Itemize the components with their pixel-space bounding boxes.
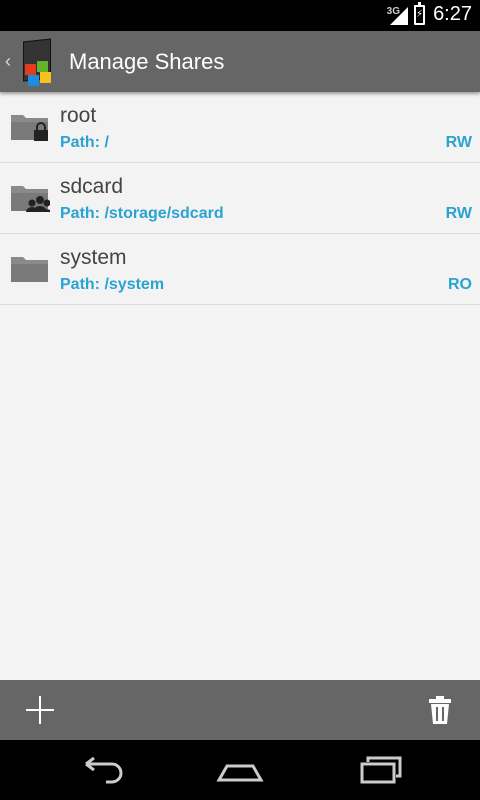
home-icon[interactable]	[215, 754, 265, 786]
bottom-action-bar	[0, 680, 480, 740]
recents-icon[interactable]	[356, 754, 406, 786]
status-bar: 3G ⚡ 6:27	[0, 0, 480, 31]
trash-icon[interactable]	[428, 695, 452, 725]
share-name: sdcard	[60, 175, 124, 198]
share-path: Path: /	[60, 134, 109, 151]
share-item-system[interactable]: system Path: /system RO	[0, 234, 480, 305]
share-name: root	[60, 104, 97, 127]
share-mode: RW	[445, 205, 472, 222]
navigation-bar	[0, 740, 480, 800]
up-caret-icon[interactable]: ‹	[5, 51, 15, 72]
share-path: Path: /storage/sdcard	[60, 205, 224, 222]
back-icon[interactable]	[76, 754, 126, 786]
folder-users-icon	[11, 186, 50, 212]
signal-icon	[390, 7, 408, 25]
folder-icon	[11, 257, 48, 282]
page-title: Manage Shares	[69, 48, 225, 74]
action-bar: ‹ Manage Shares	[0, 31, 480, 92]
status-time: 6:27	[433, 3, 472, 25]
battery-icon: ⚡	[414, 2, 425, 25]
share-list: root Path: / RW sdcard Path: /storage/sd…	[0, 92, 480, 752]
share-item-sdcard[interactable]: sdcard Path: /storage/sdcard RW	[0, 163, 480, 234]
share-mode: RW	[445, 134, 472, 151]
share-mode: RO	[448, 276, 472, 293]
share-path: Path: /system	[60, 276, 165, 293]
share-name: system	[60, 246, 127, 269]
share-item-root[interactable]: root Path: / RW	[0, 92, 480, 163]
folder-lock-icon	[11, 115, 48, 141]
app-icon[interactable]	[17, 38, 57, 86]
add-icon[interactable]	[22, 692, 58, 728]
